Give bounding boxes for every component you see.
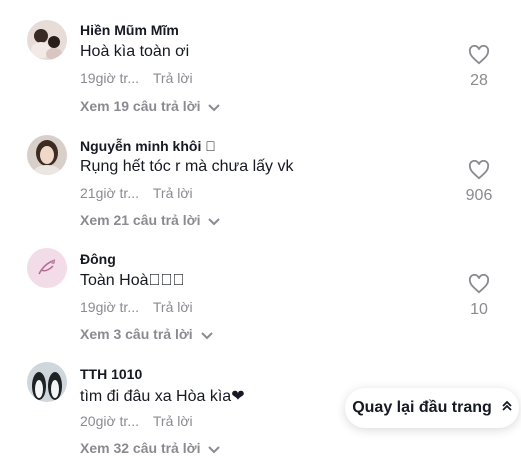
avatar[interactable] [27,248,67,288]
comment-meta: 21giờ tr... Trả lời [80,185,193,201]
comment-time: 19giờ tr... [80,299,139,315]
view-replies-button[interactable]: Xem 19 câu trả lời [80,98,221,115]
view-replies-label: Xem 19 câu trả lời [80,98,201,114]
chevron-down-icon [208,441,221,457]
like-count: 906 [465,187,493,204]
like-count: 28 [470,72,488,89]
view-replies-button[interactable]: Xem 21 câu trả lời [80,212,221,229]
like-button[interactable]: 906 [454,159,504,205]
reply-button[interactable]: Trả lời [153,70,193,86]
reply-button[interactable]: Trả lời [153,413,193,429]
back-to-top-button[interactable]: Quay lại đầu trang [345,388,519,428]
comment-text: Hoà kìa toàn ơi [80,43,190,60]
comment-meta: 19giờ tr... Trả lời [80,299,193,315]
avatar[interactable] [27,135,67,175]
comment-meta: 19giờ tr... Trả lời [80,70,193,86]
chevron-down-icon [208,99,221,115]
comment-text: Rụng hết tóc r mà chưa lấy vk [80,158,294,175]
chevron-down-icon [200,327,213,343]
comment-author[interactable]: Hiền Mũm Mĩm [80,22,179,38]
avatar[interactable] [27,20,67,60]
back-to-top-label: Quay lại đầu trang [352,399,492,416]
view-replies-button[interactable]: Xem 3 câu trả lời [80,326,213,343]
heart-icon [468,273,490,298]
comment-author[interactable]: Đông [80,251,116,267]
double-chevron-up-icon [502,399,512,417]
view-replies-label: Xem 3 câu trả lời [80,326,193,342]
view-replies-label: Xem 21 câu trả lời [80,212,201,228]
chevron-down-icon [208,213,221,229]
heart-icon [468,159,490,184]
reply-button[interactable]: Trả lời [153,299,193,315]
heart-icon [468,44,490,69]
like-button[interactable]: 10 [459,273,499,319]
comment-author[interactable]: TTH 1010 [80,366,142,382]
reply-button[interactable]: Trả lời [153,185,193,201]
comment-time: 21giờ tr... [80,185,139,201]
comment-text: tìm đi đâu xa Hòa kìa❤ [80,388,245,405]
avatar[interactable] [27,362,67,402]
comment-time: 20giờ tr... [80,413,139,429]
view-replies-label: Xem 32 câu trả lời [80,440,201,456]
view-replies-button[interactable]: Xem 32 câu trả lời [80,440,221,457]
like-count: 10 [470,301,488,318]
comment-author[interactable]: Nguyễn minh khôi ⃞ [80,138,216,154]
comment-meta: 20giờ tr... Trả lời [80,413,193,429]
comment-text: Toàn Hoà⃞⃞⃞ [80,272,185,289]
comment-time: 19giờ tr... [80,70,139,86]
like-button[interactable]: 28 [459,44,499,90]
